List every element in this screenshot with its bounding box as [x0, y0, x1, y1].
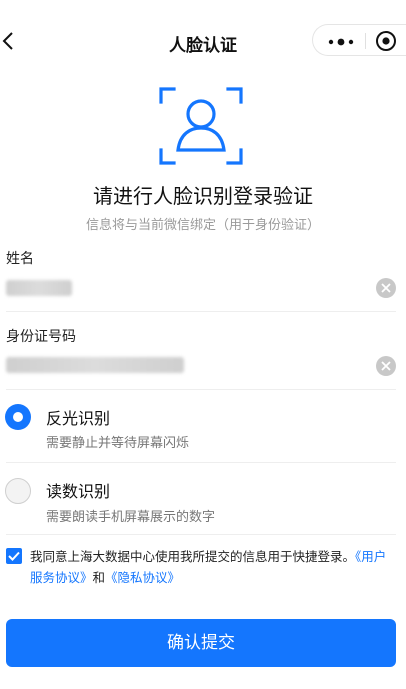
subline: 信息将与当前微信绑定（用于身份验证） — [85, 218, 320, 233]
id-number-field[interactable] — [6, 357, 184, 373]
agreement-checkbox[interactable] — [6, 548, 22, 564]
radio-reflection[interactable] — [5, 404, 31, 430]
clear-circle-icon[interactable] — [376, 278, 396, 298]
mini-program-capsule — [312, 24, 406, 56]
capsule-divider — [365, 33, 366, 49]
agreement-conjunction: 和 — [92, 570, 106, 585]
id-number-label: 身份证号码 — [6, 329, 76, 345]
option-reflection-desc: 需要静止并等待屏幕闪烁 — [46, 436, 190, 451]
face-scan-icon — [158, 86, 244, 166]
radio-read-digits[interactable] — [5, 478, 31, 504]
headline: 请进行人脸识别登录验证 — [93, 184, 313, 208]
option-reflection-title[interactable]: 反光识别 — [46, 405, 110, 429]
divider — [6, 534, 396, 535]
option-read-digits-desc: 需要朗读手机屏幕展示的数字 — [46, 510, 216, 525]
divider — [6, 311, 396, 312]
submit-button[interactable]: 确认提交 — [6, 619, 396, 667]
agreement-text: 我同意上海大数据中心使用我所提交的信息用于快捷登录。《用户服务协议》和《隐私协议… — [30, 546, 396, 588]
circle-target-icon[interactable] — [375, 30, 397, 52]
name-label: 姓名 — [6, 251, 34, 267]
nav-bar: 人脸认证 — [0, 0, 406, 80]
agreement-statement: 我同意上海大数据中心使用我所提交的信息用于快捷登录。 — [30, 549, 356, 564]
more-dots-icon[interactable] — [325, 34, 357, 48]
privacy-agreement-link[interactable]: 《隐私协议》 — [105, 570, 180, 585]
option-read-digits-title[interactable]: 读数识别 — [46, 478, 110, 502]
divider — [6, 389, 396, 390]
divider — [6, 462, 396, 463]
clear-circle-icon[interactable] — [376, 356, 396, 376]
name-field[interactable] — [6, 280, 72, 296]
